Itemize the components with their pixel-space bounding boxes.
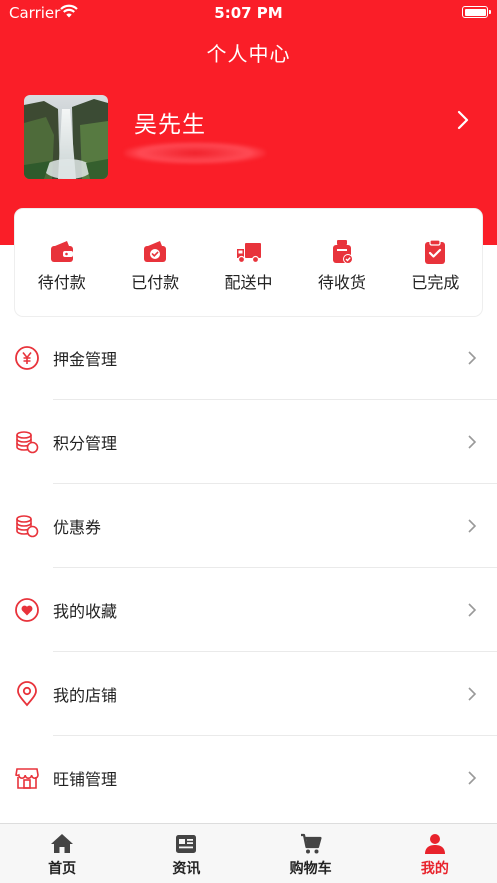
menu-item-label: 积分管理 — [53, 434, 118, 453]
order-completed[interactable]: 已完成 — [389, 209, 482, 316]
storefront-icon — [15, 768, 39, 789]
chevron-right-icon — [468, 771, 477, 785]
tab-news[interactable]: 资讯 — [124, 824, 248, 883]
order-item-label: 已完成 — [411, 273, 460, 292]
yen-circle-icon — [15, 346, 39, 370]
menu-item-label: 押金管理 — [53, 350, 118, 369]
order-item-label: 待付款 — [37, 273, 86, 292]
chevron-right-icon — [468, 687, 477, 701]
order-status-card: 待付款 已付款 配送中 待收货 已完成 — [15, 209, 482, 316]
heart-circle-icon — [15, 598, 39, 622]
order-awaiting-receipt[interactable]: 待收货 — [295, 209, 388, 316]
user-name: 吴先生 — [134, 112, 206, 138]
tab-cart[interactable]: 购物车 — [249, 824, 373, 883]
order-paid[interactable]: 已付款 — [108, 209, 201, 316]
menu-item-coupons[interactable]: 优惠券 — [0, 484, 497, 568]
tab-label: 首页 — [48, 861, 77, 877]
waterfall-photo — [24, 95, 108, 179]
paid-wallet-icon — [144, 241, 167, 262]
coins-stack-icon — [16, 515, 39, 538]
package-icon — [332, 240, 353, 264]
tab-label: 我的 — [420, 861, 449, 877]
order-item-label: 配送中 — [224, 273, 273, 292]
coins-stack-icon — [16, 431, 39, 454]
tab-home[interactable]: 首页 — [0, 824, 124, 883]
order-item-label: 已付款 — [131, 273, 180, 292]
tab-mine[interactable]: 我的 — [373, 824, 497, 883]
bottom-tab-bar: 首页 资讯 购物车 我的 — [0, 823, 497, 883]
page-title: 个人中心 — [206, 42, 291, 66]
menu-item-label: 优惠券 — [53, 518, 102, 537]
news-icon — [176, 835, 197, 853]
menu-item-label: 我的收藏 — [53, 602, 118, 621]
settings-menu: 押金管理 积分管理 优惠券 我的收藏 我的店铺 旺铺管理 — [0, 316, 497, 820]
battery-icon — [462, 6, 491, 18]
chevron-right-icon — [468, 351, 477, 365]
chevron-right-icon — [468, 435, 477, 449]
order-shipping[interactable]: 配送中 — [202, 209, 295, 316]
chevron-right-icon — [468, 519, 477, 533]
truck-icon — [236, 243, 261, 264]
wallet-icon — [50, 241, 73, 262]
avatar[interactable] — [24, 95, 108, 179]
location-pin-icon — [17, 681, 37, 707]
chevron-right-icon[interactable] — [455, 108, 471, 132]
status-time: 5:07 PM — [214, 4, 283, 22]
order-pending-payment[interactable]: 待付款 — [15, 209, 108, 316]
menu-item-label: 旺铺管理 — [53, 770, 118, 789]
menu-item-deposit[interactable]: 押金管理 — [0, 316, 497, 400]
status-bar: Carrier 5:07 PM — [0, 0, 497, 26]
order-item-label: 待收货 — [317, 273, 366, 292]
menu-item-my-store[interactable]: 我的店铺 — [0, 652, 497, 736]
menu-item-label: 我的店铺 — [53, 686, 118, 705]
chevron-right-icon — [468, 603, 477, 617]
tab-label: 资讯 — [172, 861, 201, 877]
clipboard-check-icon — [425, 239, 446, 264]
menu-item-points[interactable]: 积分管理 — [0, 400, 497, 484]
home-icon — [51, 834, 74, 853]
cart-icon — [300, 833, 322, 854]
user-phone-redacted — [124, 142, 266, 164]
user-icon — [424, 834, 445, 854]
tab-label: 购物车 — [289, 861, 332, 877]
menu-item-favorites[interactable]: 我的收藏 — [0, 568, 497, 652]
menu-item-shop-management[interactable]: 旺铺管理 — [0, 736, 497, 820]
